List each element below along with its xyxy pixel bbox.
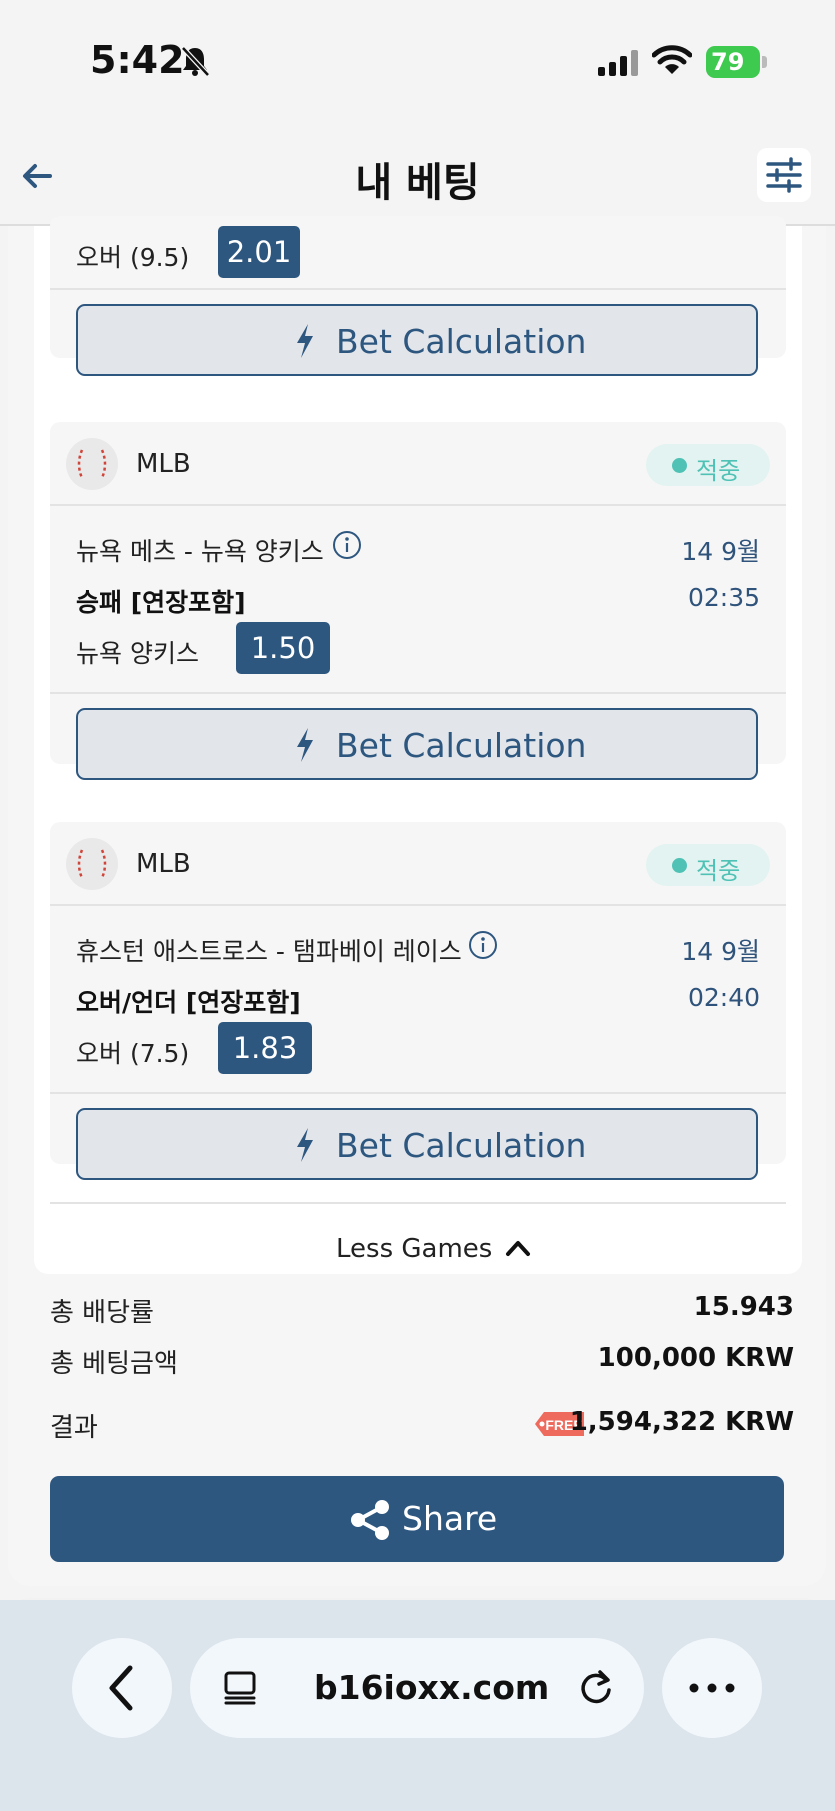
game-date: 14 9월 xyxy=(681,937,760,966)
divider xyxy=(50,288,786,290)
browser-toolbar: b16ioxx.com xyxy=(0,1600,835,1811)
tabs-icon[interactable] xyxy=(222,1670,258,1706)
total-stake-value: 100,000 KRW xyxy=(597,1343,794,1373)
bolt-icon xyxy=(297,728,313,762)
bet-calculation-button[interactable]: Bet Calculation xyxy=(76,1108,758,1180)
share-icon xyxy=(351,1500,389,1540)
url-text: b16ioxx.com xyxy=(314,1668,550,1707)
info-icon[interactable] xyxy=(468,930,498,960)
status-dot xyxy=(672,858,687,873)
total-odds-value: 15.943 xyxy=(693,1292,794,1322)
divider xyxy=(50,1092,786,1094)
baseball-icon xyxy=(66,438,118,490)
result-row: 결과 FREE 1,594,322 KRW xyxy=(50,1407,794,1447)
info-icon[interactable] xyxy=(332,530,362,560)
league-name: MLB xyxy=(136,849,191,879)
status-dot xyxy=(672,458,687,473)
browser-more-button[interactable] xyxy=(662,1638,762,1738)
page-title: 내 베팅 xyxy=(355,160,480,206)
game-card: MLB 적중 휴스턴 애스트로스 - 탬파베이 레이스 14 9월 오버/언더 … xyxy=(50,822,786,1180)
pick-label: 오버 (9.5) xyxy=(76,243,190,272)
more-dots-icon xyxy=(689,1683,735,1693)
sliders-icon xyxy=(766,157,802,193)
divider xyxy=(50,1202,786,1204)
share-label: Share xyxy=(402,1499,498,1538)
battery-tip xyxy=(762,56,767,68)
pick-label: 뉴욕 양키스 xyxy=(76,639,199,668)
game-card: MLB 적중 뉴욕 메츠 - 뉴욕 양키스 14 9월 승패 [연장포함] 02… xyxy=(50,422,786,780)
bet-calculation-button[interactable]: Bet Calculation xyxy=(76,708,758,780)
market-type: 승패 [연장포함] xyxy=(76,588,246,617)
bolt-icon xyxy=(297,324,313,358)
bet-calculation-label: Bet Calculation xyxy=(336,322,587,361)
result-value: 1,594,322 KRW xyxy=(569,1407,794,1437)
status-text: 적중 xyxy=(696,457,741,485)
odds-badge: 2.01 xyxy=(218,226,300,278)
clock: 5:42 xyxy=(90,38,185,82)
bet-slip-card: 오버 (9.5) 2.01 Bet Calculation MLB 적중 뉴욕 … xyxy=(8,216,826,1586)
game-time: 02:35 xyxy=(687,583,760,612)
share-button[interactable]: Share xyxy=(50,1476,784,1562)
divider xyxy=(50,692,786,694)
chevron-up-icon xyxy=(506,1241,530,1256)
odds-badge: 1.50 xyxy=(236,622,330,674)
browser-back-button[interactable] xyxy=(72,1638,172,1738)
result-label: 결과 xyxy=(50,1413,98,1443)
pick-label: 오버 (7.5) xyxy=(76,1039,190,1068)
game-card-partial: 오버 (9.5) 2.01 Bet Calculation xyxy=(50,216,786,376)
bell-muted-icon xyxy=(181,46,210,77)
games-list: 오버 (9.5) 2.01 Bet Calculation MLB 적중 뉴욕 … xyxy=(34,216,802,1274)
status-text: 적중 xyxy=(696,857,741,885)
bet-calculation-label: Bet Calculation xyxy=(336,726,587,765)
wifi-icon xyxy=(652,45,692,74)
baseball-icon xyxy=(66,838,118,890)
battery-percent: 79 xyxy=(711,48,745,76)
total-stake-label: 총 베팅금액 xyxy=(50,1349,178,1379)
bet-calculation-button[interactable]: Bet Calculation xyxy=(76,304,758,376)
status-bar: 5:42 79 xyxy=(0,0,835,120)
total-odds-row: 총 배당률 15.943 xyxy=(50,1292,794,1332)
bolt-icon xyxy=(297,1128,313,1162)
game-card-header: MLB 적중 xyxy=(50,822,786,906)
game-card-header: MLB 적중 xyxy=(50,422,786,506)
less-games-toggle[interactable]: Less Games xyxy=(34,1224,802,1274)
battery-indicator: 79 xyxy=(706,46,768,78)
address-bar[interactable]: b16ioxx.com xyxy=(190,1638,644,1738)
total-odds-label: 총 배당률 xyxy=(50,1298,154,1328)
reload-icon[interactable] xyxy=(576,1668,616,1708)
game-date: 14 9월 xyxy=(681,537,760,566)
bet-calculation-label: Bet Calculation xyxy=(336,1126,587,1165)
filter-button[interactable] xyxy=(757,148,811,202)
cellular-signal-icon xyxy=(598,50,638,76)
league-name: MLB xyxy=(136,449,191,479)
status-badge: 적중 xyxy=(646,444,770,486)
app-header: 내 베팅 xyxy=(0,120,835,226)
odds-badge: 1.83 xyxy=(218,1022,312,1074)
matchup-teams: 휴스턴 애스트로스 - 탬파베이 레이스 xyxy=(76,937,462,966)
chevron-left-icon xyxy=(109,1665,133,1711)
less-games-label: Less Games xyxy=(336,1234,493,1264)
total-stake-row: 총 베팅금액 100,000 KRW xyxy=(50,1343,794,1383)
status-badge: 적중 xyxy=(646,844,770,886)
market-type: 오버/언더 [연장포함] xyxy=(76,988,301,1017)
game-time: 02:40 xyxy=(687,983,760,1012)
matchup-teams: 뉴욕 메츠 - 뉴욕 양키스 xyxy=(76,537,324,566)
